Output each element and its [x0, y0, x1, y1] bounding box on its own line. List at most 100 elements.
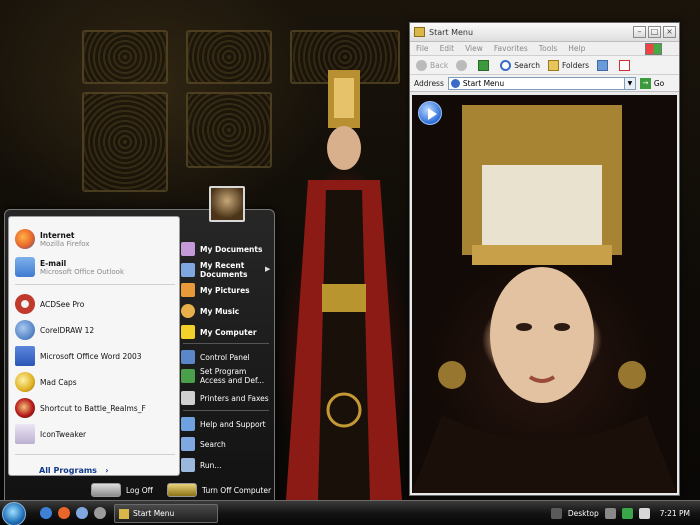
recent-documents-icon	[181, 263, 195, 277]
firefox-icon[interactable]	[58, 507, 70, 519]
my-pictures-item[interactable]: My Pictures	[181, 283, 250, 297]
my-recent-documents-item[interactable]: My Recent Documents	[181, 261, 267, 279]
acdsee-icon	[15, 294, 35, 314]
start-button[interactable]	[2, 502, 26, 525]
chevron-right-icon: ▶	[265, 265, 271, 273]
pinned-item-internet[interactable]: Internet Mozilla Firefox	[15, 229, 90, 249]
recent-program-item[interactable]: Shortcut to Battle_Realms_F	[15, 398, 146, 418]
address-label: Address	[414, 78, 444, 88]
folders-icon	[548, 59, 559, 71]
views-button[interactable]	[597, 59, 611, 71]
user-avatar[interactable]	[209, 186, 245, 222]
all-programs-button[interactable]: All Programs ›	[39, 466, 109, 475]
menu-tools[interactable]: Tools	[539, 44, 557, 53]
recent-program-item[interactable]: Mad Caps	[15, 372, 77, 392]
go-button[interactable]: → Go	[639, 77, 664, 89]
run-item[interactable]: Run...	[181, 458, 222, 472]
recent-program-item[interactable]: Microsoft Office Word 2003	[15, 346, 142, 366]
system-tray: Desktop 7:21 PM	[550, 501, 700, 525]
menu-favorites[interactable]: Favorites	[494, 44, 528, 53]
my-computer-item[interactable]: My Computer	[181, 325, 257, 339]
search-icon	[500, 59, 512, 71]
network-icon[interactable]	[621, 508, 633, 519]
queen-portrait	[412, 105, 677, 493]
my-documents-item[interactable]: My Documents	[181, 242, 262, 256]
menu-file[interactable]: File	[416, 44, 429, 53]
wallpaper-ornament	[82, 30, 168, 84]
delete-button[interactable]	[619, 59, 633, 71]
tray-toolbar-icon[interactable]	[550, 508, 562, 519]
icontweaker-icon	[15, 424, 35, 444]
separator	[183, 343, 269, 344]
battle-realms-icon	[15, 398, 35, 418]
printers-faxes-item[interactable]: Printers and Faxes	[181, 391, 269, 405]
start-menu-power-row: Log Off Turn Off Computer	[5, 480, 276, 500]
clock[interactable]: 7:21 PM	[660, 509, 690, 518]
recent-program-item[interactable]: ACDSee Pro	[15, 294, 84, 314]
forward-arrow-icon	[456, 59, 468, 71]
turn-off-button[interactable]: Turn Off Computer	[167, 483, 271, 497]
firefox-icon	[15, 229, 35, 249]
log-off-button[interactable]: Log Off	[91, 483, 153, 497]
play-button[interactable]	[418, 101, 442, 125]
toolbar: Back Search Folders	[410, 56, 679, 75]
start-menu: Internet Mozilla Firefox E-mail Microsof…	[4, 209, 275, 501]
my-pictures-icon	[181, 283, 195, 297]
control-panel-item[interactable]: Control Panel	[181, 350, 250, 364]
up-button[interactable]	[478, 59, 492, 71]
tray-arrow-icon[interactable]	[604, 508, 616, 519]
folder-icon	[119, 508, 129, 519]
separator	[15, 284, 175, 285]
minimize-button[interactable]: –	[633, 26, 646, 38]
go-arrow-icon: →	[639, 77, 651, 89]
desktop-toolbar-label[interactable]: Desktop	[568, 509, 599, 518]
address-input[interactable]: Start Menu ▼	[447, 76, 636, 90]
my-music-item[interactable]: My Music	[181, 304, 239, 318]
wallpaper-ornament	[186, 92, 272, 168]
coreldraw-icon	[15, 320, 35, 340]
window-titlebar[interactable]: Start Menu – □ ×	[410, 23, 679, 42]
outlook-icon	[15, 257, 35, 277]
recent-program-item[interactable]: IconTweaker	[15, 424, 86, 444]
taskbar-button-start-menu[interactable]: Start Menu	[114, 504, 218, 523]
wallpaper-ornament	[82, 92, 168, 192]
menu-edit[interactable]: Edit	[440, 44, 455, 53]
folder-icon	[414, 27, 425, 37]
my-music-icon	[181, 304, 195, 318]
separator	[183, 410, 269, 411]
forward-button[interactable]	[456, 59, 470, 71]
explorer-window: Start Menu – □ × File Edit View Favorite…	[409, 22, 680, 496]
close-button[interactable]: ×	[663, 26, 676, 38]
folders-button[interactable]: Folders	[548, 59, 589, 71]
start-menu-programs-pane: Internet Mozilla Firefox E-mail Microsof…	[8, 216, 180, 476]
power-icon	[167, 483, 197, 497]
window-content-image	[412, 95, 677, 493]
search-button[interactable]: Search	[500, 59, 540, 71]
show-desktop-icon[interactable]	[76, 507, 88, 519]
separator	[15, 454, 175, 455]
help-icon	[181, 417, 195, 431]
menu-view[interactable]: View	[465, 44, 483, 53]
help-support-item[interactable]: Help and Support	[181, 417, 266, 431]
maximize-button[interactable]: □	[648, 26, 661, 38]
ie-icon[interactable]	[40, 507, 52, 519]
address-folder-icon	[450, 78, 460, 88]
volume-icon[interactable]	[638, 508, 650, 519]
pinned-item-email[interactable]: E-mail Microsoft Office Outlook	[15, 257, 124, 277]
views-icon	[597, 59, 609, 71]
window-title: Start Menu	[429, 27, 474, 37]
recent-program-item[interactable]: CorelDRAW 12	[15, 320, 94, 340]
chevron-right-icon: ›	[99, 466, 109, 475]
my-computer-icon	[181, 325, 195, 339]
program-access-icon	[181, 369, 195, 383]
word-icon	[15, 346, 35, 366]
back-button[interactable]: Back	[416, 59, 448, 71]
printer-icon	[181, 391, 195, 405]
quick-launch-icon[interactable]	[94, 507, 106, 519]
address-dropdown-icon[interactable]: ▼	[623, 77, 635, 89]
wallpaper-figure	[286, 70, 402, 500]
set-program-access-item[interactable]: Set Program Access and Def...	[181, 367, 270, 385]
search-item[interactable]: Search	[181, 437, 226, 451]
address-value: Start Menu	[462, 78, 505, 88]
menu-help[interactable]: Help	[568, 44, 585, 53]
